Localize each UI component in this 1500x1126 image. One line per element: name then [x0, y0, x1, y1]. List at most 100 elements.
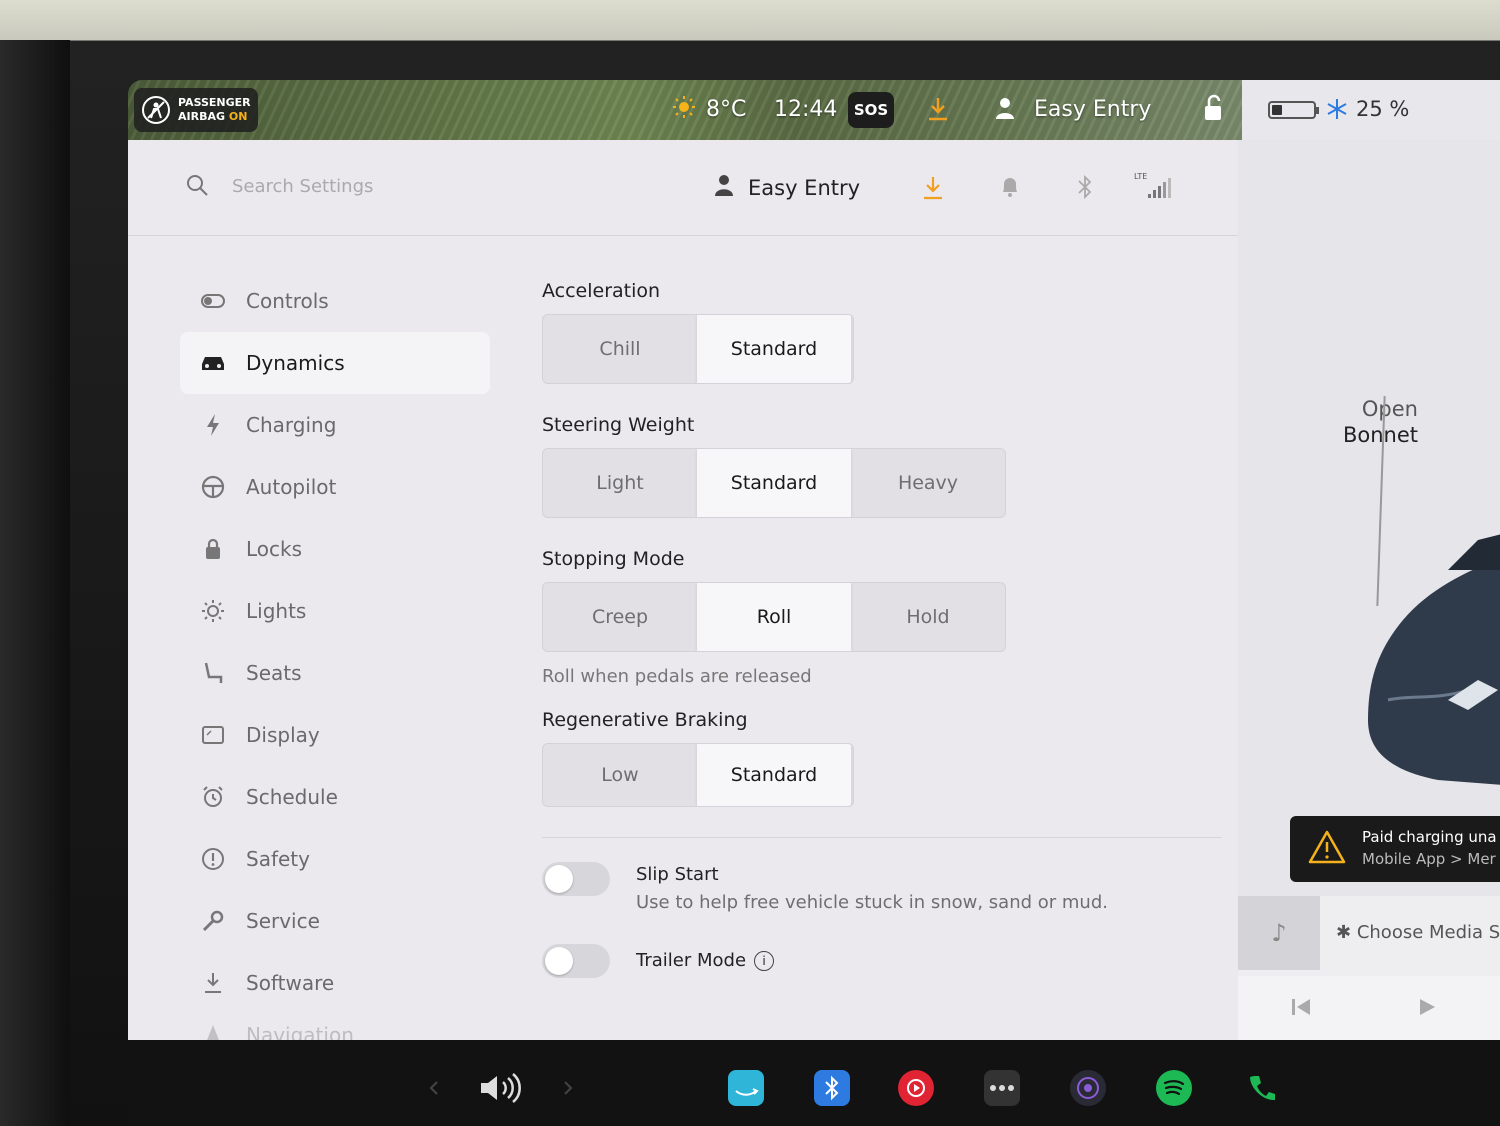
sidebar-item-autopilot[interactable]: Autopilot: [180, 456, 490, 518]
more-apps-icon[interactable]: [984, 1070, 1020, 1106]
sidebar-item-safety[interactable]: Safety: [180, 828, 490, 890]
airbag-line1: PASSENGER: [178, 96, 251, 109]
alert-subtitle: Mobile App > Mer: [1362, 850, 1496, 868]
warning-icon: [1308, 830, 1346, 864]
play-icon[interactable]: [1416, 996, 1438, 1022]
snowflake-icon: [1326, 98, 1348, 124]
steering-wheel-icon: [200, 474, 226, 500]
media-player-app-icon[interactable]: [898, 1070, 934, 1106]
sidebar-item-label: Service: [246, 909, 320, 933]
slip-start-toggle[interactable]: [542, 862, 610, 896]
acceleration-option-chill[interactable]: Chill: [543, 315, 697, 383]
steering-option-heavy[interactable]: Heavy: [851, 449, 1005, 517]
bluetooth-icon[interactable]: [1076, 174, 1094, 204]
regen-braking-selector: Low Standard: [542, 743, 854, 807]
battery-level: [1272, 105, 1282, 115]
spotify-icon[interactable]: [1156, 1070, 1192, 1106]
sidebar-item-label: Controls: [246, 289, 329, 313]
steering-weight-title: Steering Weight: [542, 414, 695, 436]
settings-panel: Easy Entry LTE Controls: [128, 140, 1238, 1047]
acceleration-option-standard[interactable]: Standard: [697, 315, 851, 383]
sidebar-item-display[interactable]: Display: [180, 704, 490, 766]
regenerative-braking-group: Regenerative Braking Low Standard: [542, 709, 1222, 807]
profile-selector[interactable]: Easy Entry: [714, 174, 860, 201]
steering-option-light[interactable]: Light: [543, 449, 697, 517]
sos-button[interactable]: SOS: [848, 92, 894, 128]
car-illustration: [1368, 534, 1500, 785]
status-profile-name[interactable]: Easy Entry: [1034, 97, 1151, 122]
slip-start-label: Slip Start: [636, 864, 719, 885]
driver-profile-icon[interactable]: [994, 96, 1016, 126]
sidebar-item-locks[interactable]: Locks: [180, 518, 490, 580]
open-bonnet-button[interactable]: Open Bonnet: [1278, 396, 1418, 448]
clock: 12:44: [774, 97, 838, 122]
media-controls: [1238, 976, 1500, 1042]
volume-up-chevron-icon[interactable]: [558, 1070, 578, 1106]
camera-icon[interactable]: [1070, 1070, 1106, 1106]
info-icon[interactable]: i: [754, 951, 775, 971]
sidebar-item-dynamics[interactable]: Dynamics: [180, 332, 490, 394]
settings-topbar: Easy Entry LTE: [128, 140, 1238, 236]
sidebar-item-service[interactable]: Service: [180, 890, 490, 952]
stopping-option-roll[interactable]: Roll: [697, 583, 851, 651]
search-input[interactable]: [232, 170, 532, 202]
amazon-music-icon[interactable]: [728, 1070, 764, 1106]
profile-icon: [714, 174, 734, 201]
choose-media-source[interactable]: ✱ Choose Media So: [1336, 922, 1500, 943]
sidebar-item-label: Charging: [246, 413, 337, 437]
sidebar-item-label: Display: [246, 723, 320, 747]
download-icon[interactable]: [922, 176, 944, 204]
regen-option-standard[interactable]: Standard: [697, 744, 851, 806]
sidebar-item-schedule[interactable]: Schedule: [180, 766, 490, 828]
stopping-mode-help: Roll when pedals are released: [542, 666, 812, 687]
section-divider: [542, 837, 1222, 838]
unlocked-icon[interactable]: [1202, 94, 1224, 128]
sidebar-item-label: Autopilot: [246, 475, 337, 499]
stopping-option-hold[interactable]: Hold: [851, 583, 1005, 651]
previous-track-icon[interactable]: [1290, 996, 1312, 1022]
open-label: Open: [1361, 397, 1418, 421]
phone-icon[interactable]: [1244, 1070, 1280, 1106]
touchscreen: PASSENGER AIRBAG ON 8°C 12:44 SOS Easy E…: [128, 80, 1500, 1126]
sidebar-item-controls[interactable]: Controls: [180, 270, 490, 332]
bluetooth-app-icon[interactable]: [814, 1070, 850, 1106]
sidebar-item-software[interactable]: Software: [180, 952, 490, 1014]
volume-icon[interactable]: [478, 1070, 524, 1106]
alert-circle-icon: [200, 846, 226, 872]
sidebar-item-seats[interactable]: Seats: [180, 642, 490, 704]
acceleration-selector: Chill Standard: [542, 314, 854, 384]
sidebar-item-lights[interactable]: Lights: [180, 580, 490, 642]
charging-alert[interactable]: Paid charging una Mobile App > Mer: [1290, 816, 1500, 882]
search-icon[interactable]: [186, 174, 208, 196]
profile-name: Easy Entry: [748, 175, 861, 200]
airbag-state: ON: [228, 110, 248, 123]
music-note-icon: ♪: [1238, 896, 1320, 970]
alarm-icon: [200, 784, 226, 810]
regen-braking-title: Regenerative Braking: [542, 709, 748, 731]
steering-option-standard[interactable]: Standard: [697, 449, 851, 517]
acceleration-title: Acceleration: [542, 280, 661, 302]
status-bar: PASSENGER AIRBAG ON 8°C 12:44 SOS Easy E…: [128, 80, 1242, 140]
device-bezel-left: [0, 40, 70, 1126]
weather-sun-icon: [672, 95, 696, 125]
volume-down-chevron-icon[interactable]: [424, 1070, 444, 1106]
stopping-option-creep[interactable]: Creep: [543, 583, 697, 651]
notification-bell-icon[interactable]: [1000, 176, 1020, 202]
car-icon: [200, 350, 226, 376]
sidebar-item-label: Safety: [246, 847, 310, 871]
sidebar-item-label: Software: [246, 971, 335, 995]
slip-start-description: Use to help free vehicle stuck in snow, …: [636, 892, 1108, 913]
trailer-mode-label: Trailer Mode: [636, 950, 747, 971]
vehicle-status: 25 %: [1242, 80, 1500, 140]
bolt-icon: [200, 412, 226, 438]
sidebar-item-label: Dynamics: [246, 351, 345, 375]
sidebar-item-label: Schedule: [246, 785, 338, 809]
trailer-mode-toggle[interactable]: [542, 944, 610, 978]
seat-icon: [200, 660, 226, 686]
sidebar-item-charging[interactable]: Charging: [180, 394, 490, 456]
steering-weight-group: Steering Weight Light Standard Heavy: [542, 414, 1222, 518]
acceleration-group: Acceleration Chill Standard: [542, 280, 1222, 384]
software-update-icon[interactable]: [926, 96, 950, 128]
car-panel: Open Bonnet Paid charging una Mobile App…: [1238, 140, 1500, 1046]
regen-option-low[interactable]: Low: [543, 744, 697, 806]
